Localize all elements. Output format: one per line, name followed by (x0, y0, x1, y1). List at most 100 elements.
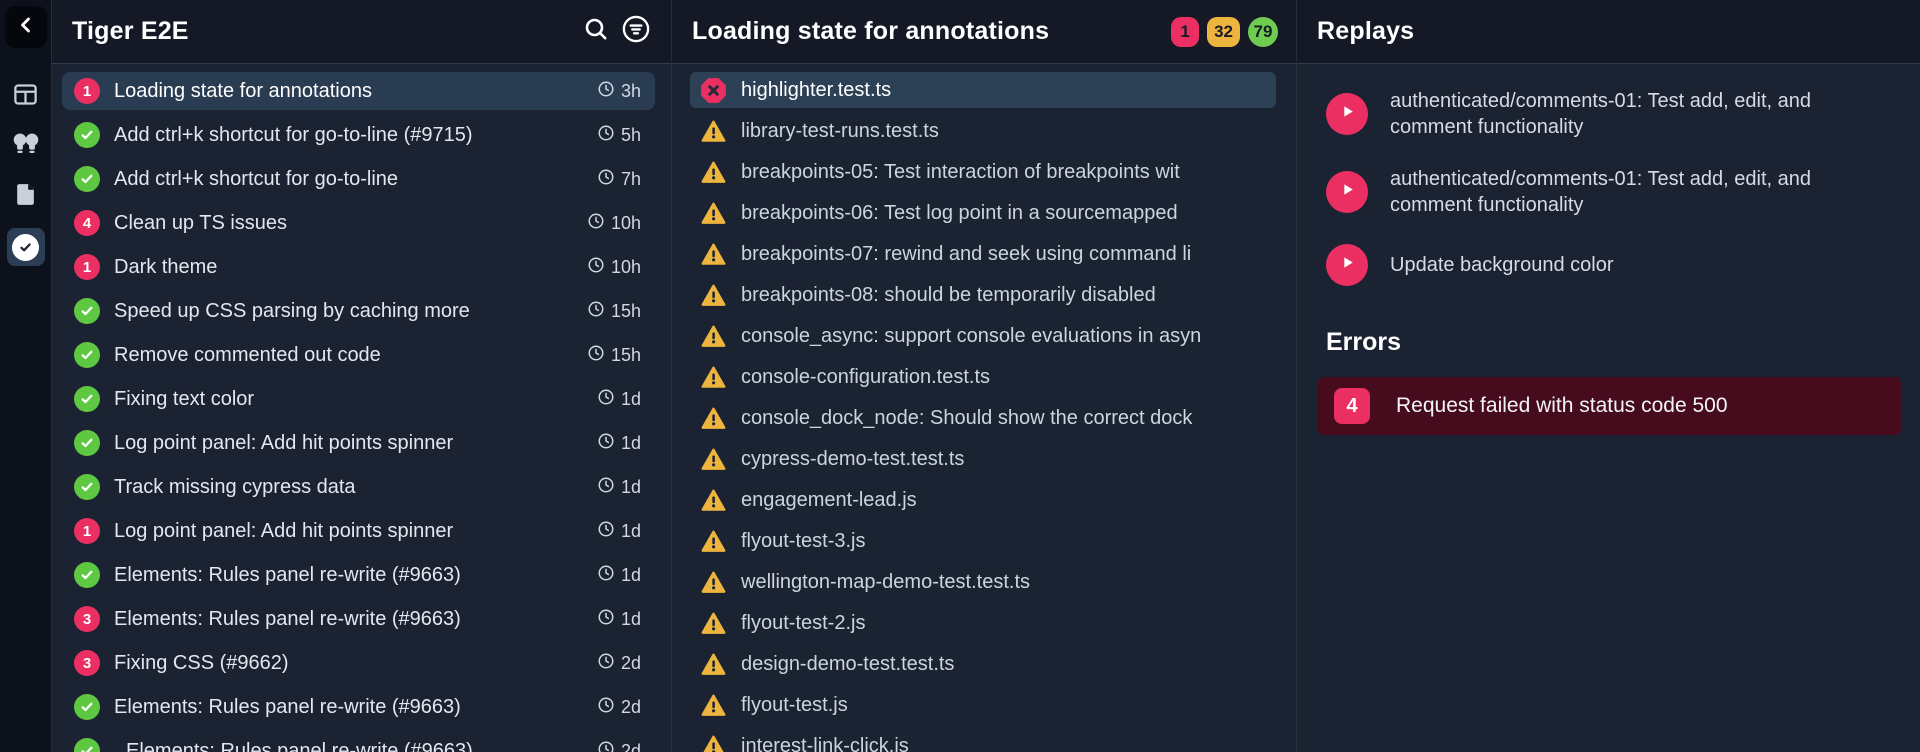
run-label: Remove commented out code (114, 343, 381, 366)
test-file-row[interactable]: wellington-map-demo-test.test.ts (690, 564, 1276, 600)
test-file-row[interactable]: console_dock_node: Should show the corre… (690, 400, 1276, 436)
run-time: 2d (597, 696, 641, 719)
test-file-row[interactable]: breakpoints-06: Test log point in a sour… (690, 195, 1276, 231)
play-button[interactable] (1326, 244, 1368, 286)
test-file-row[interactable]: breakpoints-08: should be temporarily di… (690, 277, 1276, 313)
test-file-row[interactable]: flyout-test-2.js (690, 605, 1276, 641)
panels-layout-icon (12, 81, 39, 113)
test-run-row[interactable]: 4 Clean up TS issues 10h (62, 204, 655, 242)
run-label: Dark theme (114, 255, 218, 278)
run-time: 2d (597, 740, 641, 752)
test-file-row[interactable]: console-configuration.test.ts (690, 359, 1276, 395)
run-label: Loading state for annotations (114, 79, 372, 102)
play-button[interactable] (1326, 171, 1368, 213)
clock-icon (597, 696, 615, 719)
search-button[interactable] (579, 15, 613, 49)
run-label: Elements: Rules panel re-write (#9663) (114, 695, 461, 718)
test-run-row[interactable]: Add ctrl+k shortcut for go-to-line 7h (62, 160, 655, 198)
check-circle-icon (12, 233, 39, 261)
run-label: Elements: Rules panel re-write (#9663) (126, 739, 473, 752)
pass-icon (74, 430, 100, 456)
rail-item-lightbulbs-icon[interactable] (7, 128, 45, 166)
test-file-row[interactable]: breakpoints-07: rewind and seek using co… (690, 236, 1276, 272)
replay-item[interactable]: authenticated/comments-01: Test add, edi… (1326, 166, 1896, 218)
test-file-row[interactable]: breakpoints-05: Test interaction of brea… (690, 154, 1276, 190)
clock-icon (597, 80, 615, 103)
file-label: breakpoints-07: rewind and seek using co… (741, 242, 1192, 265)
fail-count-badge: 4 (74, 210, 100, 236)
rail-item-document-icon[interactable] (7, 178, 45, 216)
file-label: console_async: support console evaluatio… (741, 324, 1202, 347)
run-time-value: 5h (620, 124, 641, 145)
replay-item[interactable]: Update background color (1326, 244, 1896, 286)
replays-panel: Replays authenticated/comments-01: Test … (1297, 0, 1920, 752)
collapse-sidebar-button[interactable] (4, 6, 47, 48)
test-file-row[interactable]: engagement-lead.js (690, 482, 1276, 518)
search-icon (582, 15, 610, 48)
run-time: 10h (587, 212, 641, 235)
test-run-row[interactable]: 1 Loading state for annotations 3h (62, 72, 655, 110)
test-run-row[interactable]: 3 Elements: Rules panel re-write (#9663) 1… (62, 600, 655, 638)
run-time-value: 10h (610, 256, 641, 277)
test-run-row[interactable]: Elements: Rules panel re-write (#9663) 1d (62, 556, 655, 594)
error-item[interactable]: 4 Request failed with status code 500 (1318, 377, 1901, 435)
test-file-row[interactable]: flyout-test-3.js (690, 523, 1276, 559)
test-file-row[interactable]: library-test-runs.test.ts (690, 113, 1276, 149)
run-time-value: 3h (620, 80, 641, 101)
warning-icon (700, 160, 727, 185)
test-run-row[interactable]: Log point panel: Add hit points spinner 1… (62, 424, 655, 462)
run-label: Track missing cypress data (114, 475, 356, 498)
replay-item[interactable]: authenticated/comments-01: Test add, edi… (1326, 88, 1896, 140)
play-icon (1339, 254, 1356, 276)
test-files-panel: Loading state for annotations 1 32 79 high… (672, 0, 1297, 752)
test-run-row[interactable]: Remove commented out code 15h (62, 336, 655, 374)
clock-icon (597, 652, 615, 675)
pass-icon (74, 386, 100, 412)
test-run-row[interactable]: Add ctrl+k shortcut for go-to-line (#971… (62, 116, 655, 154)
test-run-row[interactable]: Fixing text color 1d (62, 380, 655, 418)
run-time: 15h (587, 300, 641, 323)
clock-icon (587, 344, 605, 367)
run-time-value: 7h (620, 168, 641, 189)
test-run-row[interactable]: 1 Log point panel: Add hit points spinner… (62, 512, 655, 550)
run-label: Speed up CSS parsing by caching more (114, 299, 470, 322)
warning-icon (700, 693, 727, 718)
run-time: 10h (587, 256, 641, 279)
file-label: cypress-demo-test.test.ts (741, 447, 965, 470)
test-file-row[interactable]: cypress-demo-test.test.ts (690, 441, 1276, 477)
clock-icon (597, 564, 615, 587)
lightbulbs-icon (11, 132, 41, 163)
run-time-value: 1d (620, 388, 641, 409)
warning-icon (700, 529, 727, 554)
run-time-value: 1d (620, 476, 641, 497)
play-icon (1339, 103, 1356, 125)
run-time-value: 1d (620, 564, 641, 585)
test-file-row[interactable]: design-demo-test.test.ts (690, 646, 1276, 682)
replays-list: authenticated/comments-01: Test add, edi… (1297, 64, 1920, 286)
fail-count-badge: 3 (74, 606, 100, 632)
test-file-row[interactable]: interest-link-click.js (690, 728, 1276, 752)
filter-button[interactable] (619, 15, 653, 49)
test-run-row[interactable]: Elements: Rules panel re-write (#9663) 2d (62, 688, 655, 726)
test-run-row[interactable]: Track missing cypress data 1d (62, 468, 655, 506)
test-runs-panel: Tiger E2E 1 Loading state for annotations… (52, 0, 672, 752)
clock-icon (597, 432, 615, 455)
test-run-row[interactable]: Elements: Rules panel re-write (#9663) 2d (62, 732, 655, 752)
warning-icon (700, 611, 727, 636)
test-file-row[interactable]: flyout-test.js (690, 687, 1276, 723)
document-icon (13, 182, 38, 212)
test-file-row[interactable]: console_async: support console evaluatio… (690, 318, 1276, 354)
rail-item-panels-layout-icon[interactable] (7, 78, 45, 116)
test-run-row[interactable]: Speed up CSS parsing by caching more 15h (62, 292, 655, 330)
play-button[interactable] (1326, 93, 1368, 135)
run-time: 1d (597, 388, 641, 411)
warning-icon (700, 734, 727, 752)
test-file-row[interactable]: highlighter.test.ts (690, 72, 1276, 108)
selected-run-title: Loading state for annotations (692, 17, 1050, 45)
run-label: Add ctrl+k shortcut for go-to-line (114, 167, 399, 190)
clock-icon (597, 608, 615, 631)
test-run-row[interactable]: 1 Dark theme 10h (62, 248, 655, 286)
file-label: engagement-lead.js (741, 488, 917, 511)
test-run-row[interactable]: 3 Fixing CSS (#9662) 2d (62, 644, 655, 682)
rail-item-check-circle-icon[interactable] (6, 228, 45, 266)
